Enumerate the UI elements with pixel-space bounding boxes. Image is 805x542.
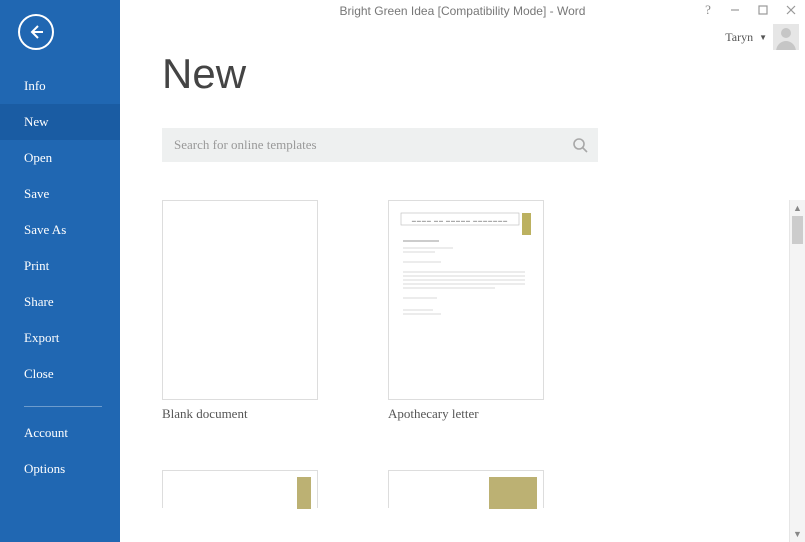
template-label: Apothecary letter — [388, 406, 544, 422]
template-thumb-blank[interactable] — [162, 200, 318, 400]
back-button[interactable] — [18, 14, 54, 50]
nav-save-as[interactable]: Save As — [0, 212, 120, 248]
nav-options[interactable]: Options — [0, 451, 120, 487]
template-thumb-apothecary[interactable]: ▬▬▬▬ ▬▬ ▬▬▬▬▬ ▬▬▬▬▬▬▬ — [388, 200, 544, 400]
scroll-up-button[interactable]: ▲ — [790, 200, 805, 216]
page-title: New — [162, 50, 246, 98]
nav-separator — [24, 406, 102, 407]
nav-info[interactable]: Info — [0, 68, 120, 104]
nav-new[interactable]: New — [0, 104, 120, 140]
nav-open[interactable]: Open — [0, 140, 120, 176]
nav-share[interactable]: Share — [0, 284, 120, 320]
template-thumb-partial[interactable] — [388, 470, 544, 508]
template-label: Blank document — [162, 406, 318, 422]
nav-save[interactable]: Save — [0, 176, 120, 212]
nav-export[interactable]: Export — [0, 320, 120, 356]
template-thumb-partial[interactable] — [162, 470, 318, 508]
search-icon[interactable] — [562, 128, 598, 162]
search-input[interactable] — [162, 128, 562, 162]
template-item[interactable]: Blank document — [162, 200, 318, 422]
template-search — [162, 128, 598, 162]
svg-text:▬▬▬▬ ▬▬ ▬▬▬▬▬ ▬▬▬▬▬▬▬: ▬▬▬▬ ▬▬ ▬▬▬▬▬ ▬▬▬▬▬▬▬ — [412, 218, 508, 223]
backstage-sidebar: Info New Open Save Save As Print Share E… — [0, 0, 120, 542]
backstage-nav: Info New Open Save Save As Print Share E… — [0, 68, 120, 487]
scroll-down-button[interactable]: ▼ — [790, 526, 805, 542]
nav-account[interactable]: Account — [0, 415, 120, 451]
template-item[interactable]: ▬▬▬▬ ▬▬ ▬▬▬▬▬ ▬▬▬▬▬▬▬ — [388, 200, 544, 422]
nav-close[interactable]: Close — [0, 356, 120, 392]
scroll-thumb[interactable] — [792, 216, 803, 244]
vertical-scrollbar[interactable]: ▲ ▼ — [789, 200, 805, 542]
nav-print[interactable]: Print — [0, 248, 120, 284]
template-gallery: Blank document ▬▬▬▬ ▬▬ ▬▬▬▬▬ ▬▬▬▬▬▬▬ — [162, 200, 783, 542]
